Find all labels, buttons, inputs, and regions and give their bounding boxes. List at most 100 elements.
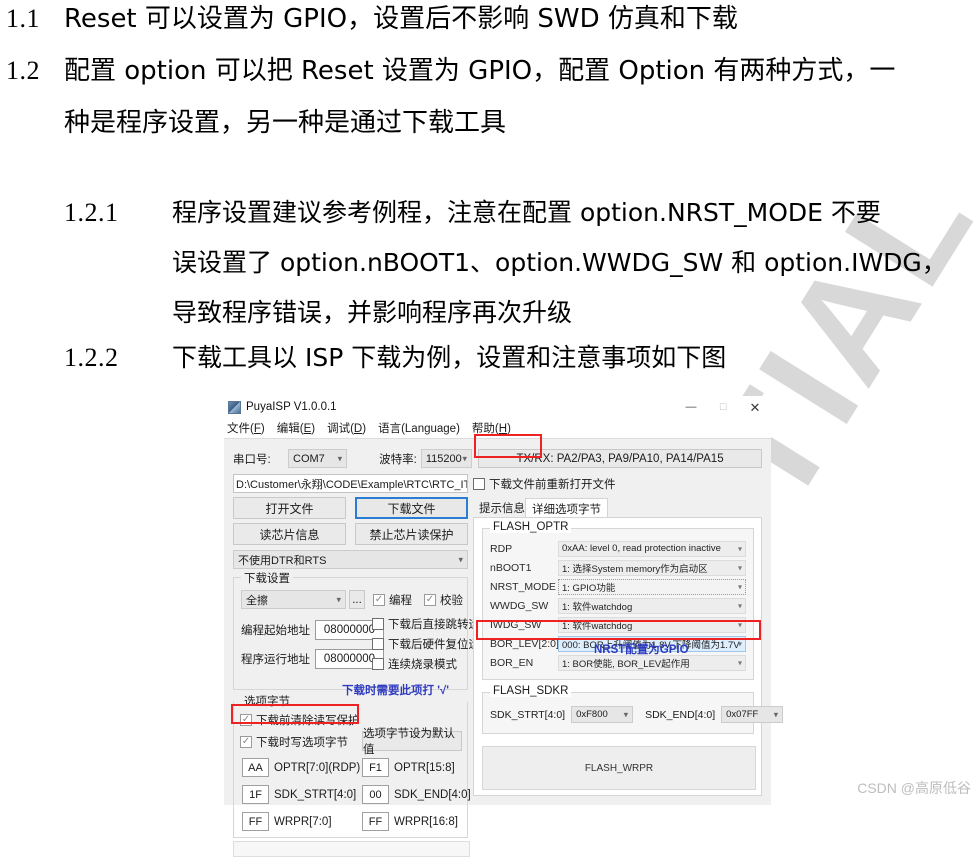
write-option-bytes-checkbox[interactable]: 下载时写选项字节 [240, 734, 348, 750]
primary-buttons-row: 打开文件 下载文件 [233, 497, 468, 519]
paragraph-1-1: 1.1 Reset 可以设置为 GPIO，设置后不影响 SWD 仿真和下载 [6, 4, 738, 34]
maximize-icon[interactable]: ☐ [707, 396, 739, 418]
puyaisp-window: PuyaISP V1.0.0.1 — ☐ ✕ 文件(F) 编辑(E) 调试(D)… [224, 396, 784, 857]
flash-optr-group: FLASH_OPTR RDP 0xAA: level 0, read prote… [482, 521, 754, 680]
sdk-end-field-label: SDK_END[4:0] [645, 708, 716, 721]
checkbox-box [473, 477, 485, 490]
set-default-option-bytes-button[interactable]: 选项字节设为默认值 [362, 728, 462, 756]
menu-item-debug[interactable]: 调试(D) [327, 420, 366, 436]
reopen-file-label: 下载文件前重新打开文件 [489, 478, 616, 491]
disable-read-protect-button[interactable]: 禁止芯片读保护 [355, 523, 468, 545]
paragraph-body: 导致程序错误，并影响程序再次升级 [172, 298, 573, 327]
verify-label: 校验 [440, 594, 463, 607]
write-option-bytes-label: 下载时写选项字节 [256, 737, 348, 749]
download-file-button[interactable]: 下载文件 [355, 497, 468, 519]
port-value: COM7 [293, 452, 325, 465]
option-bytes-title: 选项字节 [241, 693, 293, 709]
checkbox-box [372, 658, 384, 670]
checkbox-box [424, 593, 436, 606]
clear-protect-checkbox[interactable]: 下载前清除读写保护 [240, 712, 360, 728]
paragraph-number: 1.1 [6, 4, 40, 33]
secondary-buttons-row: 读芯片信息 禁止芯片读保护 [233, 523, 468, 545]
menu-item-file[interactable]: 文件(F) [227, 420, 265, 436]
nrst-mode-value: 1: GPIO功能 [562, 582, 616, 594]
checkbox-box [240, 736, 252, 748]
tab-detailed-option-bytes[interactable]: 详细选项字节 [525, 498, 608, 518]
sdk-strt-field-label: SDK_STRT[4:0] [490, 708, 566, 721]
flash-sdkr-group: FLASH_SDKR SDK_STRT[4:0] 0xF800 ▾ SDK_EN… [482, 685, 784, 734]
rdp-label: RDP [490, 542, 513, 555]
paragraph-body: 程序设置建议参考例程，注意在配置 option.NRST_MODE 不要 [172, 198, 881, 227]
status-strip [233, 841, 470, 857]
hex-row: 1F SDK_STRT[4:0] [242, 785, 356, 804]
optr-low-label: OPTR[7:0](RDP) [274, 761, 361, 774]
program-checkbox[interactable]: 编程 [373, 592, 412, 608]
menu-item-language[interactable]: 语言(Language) [378, 420, 460, 436]
erase-mode-combo[interactable]: 全擦 ▾ [241, 590, 346, 609]
iwdg-sw-combo[interactable]: 1: 软件watchdog ▾ [558, 616, 746, 633]
program-label: 编程 [389, 594, 412, 607]
nrst-mode-combo[interactable]: 1: GPIO功能 ▾ [558, 578, 746, 595]
wwdg-sw-value: 1: 软件watchdog [562, 601, 633, 613]
continuous-burn-checkbox[interactable]: 连续烧录模式 [372, 656, 457, 672]
download-settings-group: 下载设置 全擦 ▾ ... 编程 校验 [233, 570, 492, 690]
continuous-burn-label: 连续烧录模式 [388, 659, 457, 671]
file-path-row: D:\Customer\永翔\CODE\Example\RTC\RTC_IT\M… [233, 474, 762, 493]
chevron-down-icon: ▾ [737, 601, 742, 610]
baud-combo[interactable]: 115200 ▾ [420, 449, 473, 468]
tab-message-info[interactable]: 提示信息 [473, 498, 531, 518]
flash-wrpr-panel[interactable]: FLASH_WRPR [482, 746, 756, 790]
paragraph-1-2-1-cont-a: 误设置了 option.nBOOT1、option.WWDG_SW 和 opti… [172, 250, 947, 275]
menu-item-edit[interactable]: 编辑(E) [277, 420, 315, 436]
verify-checkbox[interactable]: 校验 [424, 592, 463, 608]
wrpr-low-value[interactable]: FF [242, 812, 269, 831]
rdp-combo[interactable]: 0xAA: level 0, read protection inactive … [558, 540, 746, 557]
menu-item-help[interactable]: 帮助(H) [472, 420, 511, 436]
tab-strip: 提示信息 详细选项字节 [473, 497, 762, 518]
dtr-rts-value: 不使用DTR和RTS [238, 554, 327, 567]
sdk-end-label: SDK_END[4:0] [394, 788, 471, 801]
menu-bar: 文件(F) 编辑(E) 调试(D) 语言(Language) 帮助(H) [224, 418, 771, 438]
chevron-down-icon: ▾ [337, 453, 343, 463]
sdk-end-value[interactable]: 00 [362, 785, 389, 804]
sdk-strt-combo[interactable]: 0xF800 ▾ [571, 706, 634, 723]
optr-row-nboot1: nBOOT1 1: 选择System memory作为启动区 ▾ [490, 559, 746, 576]
hex-row: FF WRPR[7:0] [242, 812, 332, 831]
connection-toolbar: 串口号: COM7 ▾ 波特率: 115200 ▾ TX/RX: PA2/PA3… [233, 448, 762, 469]
optr-high-value[interactable]: F1 [362, 758, 389, 777]
hex-row: AA OPTR[7:0](RDP) [242, 758, 360, 777]
wrpr-high-value[interactable]: FF [362, 812, 389, 831]
port-combo[interactable]: COM7 ▾ [288, 449, 348, 468]
optr-row-iwdg-sw: IWDG_SW 1: 软件watchdog ▾ [490, 616, 746, 633]
optr-row-nrst-mode: NRST_MODE 1: GPIO功能 ▾ [490, 578, 746, 595]
minimize-icon[interactable]: — [675, 396, 707, 418]
chevron-down-icon: ▾ [336, 594, 341, 604]
erase-mode-value: 全擦 [246, 594, 268, 607]
optr-low-value[interactable]: AA [242, 758, 269, 777]
paragraph-1-2: 1.2 配置 option 可以把 Reset 设置为 GPIO，配置 Opti… [6, 58, 895, 85]
wwdg-sw-combo[interactable]: 1: 软件watchdog ▾ [558, 597, 746, 614]
file-path-input[interactable]: D:\Customer\永翔\CODE\Example\RTC\RTC_IT\M… [233, 474, 468, 493]
open-file-button[interactable]: 打开文件 [233, 497, 346, 519]
optr-high-label: OPTR[15:8] [394, 761, 455, 774]
chevron-down-icon: ▾ [773, 709, 779, 719]
optr-row-rdp: RDP 0xAA: level 0, read protection inact… [490, 540, 746, 557]
title-bar: PuyaISP V1.0.0.1 — ☐ ✕ [224, 396, 771, 418]
baud-label: 波特率: [379, 453, 417, 466]
paragraph-number: 1.2.1 [64, 198, 119, 227]
txrx-info-button[interactable]: TX/RX: PA2/PA3, PA9/PA10, PA14/PA15 [478, 449, 762, 468]
run-address-label: 程序运行地址 [241, 654, 310, 666]
start-address-label: 编程起始地址 [241, 625, 310, 637]
nboot1-combo[interactable]: 1: 选择System memory作为启动区 ▾ [558, 559, 746, 576]
sdk-strt-value[interactable]: 1F [242, 785, 269, 804]
dtr-rts-combo[interactable]: 不使用DTR和RTS ▾ [233, 550, 468, 569]
paragraph-body: 误设置了 option.nBOOT1、option.WWDG_SW 和 opti… [172, 248, 947, 277]
paragraph-body: Reset 可以设置为 GPIO，设置后不影响 SWD 仿真和下载 [64, 4, 738, 34]
read-chip-info-button[interactable]: 读芯片信息 [233, 523, 346, 545]
wwdg-sw-label: WWDG_SW [490, 599, 549, 612]
sdk-end-combo[interactable]: 0x07FF ▾ [721, 706, 784, 723]
browse-button[interactable]: ... [349, 590, 365, 609]
close-icon[interactable]: ✕ [739, 396, 771, 418]
reopen-file-checkbox[interactable]: 下载文件前重新打开文件 [473, 476, 616, 492]
chevron-down-icon: ▾ [737, 639, 742, 648]
